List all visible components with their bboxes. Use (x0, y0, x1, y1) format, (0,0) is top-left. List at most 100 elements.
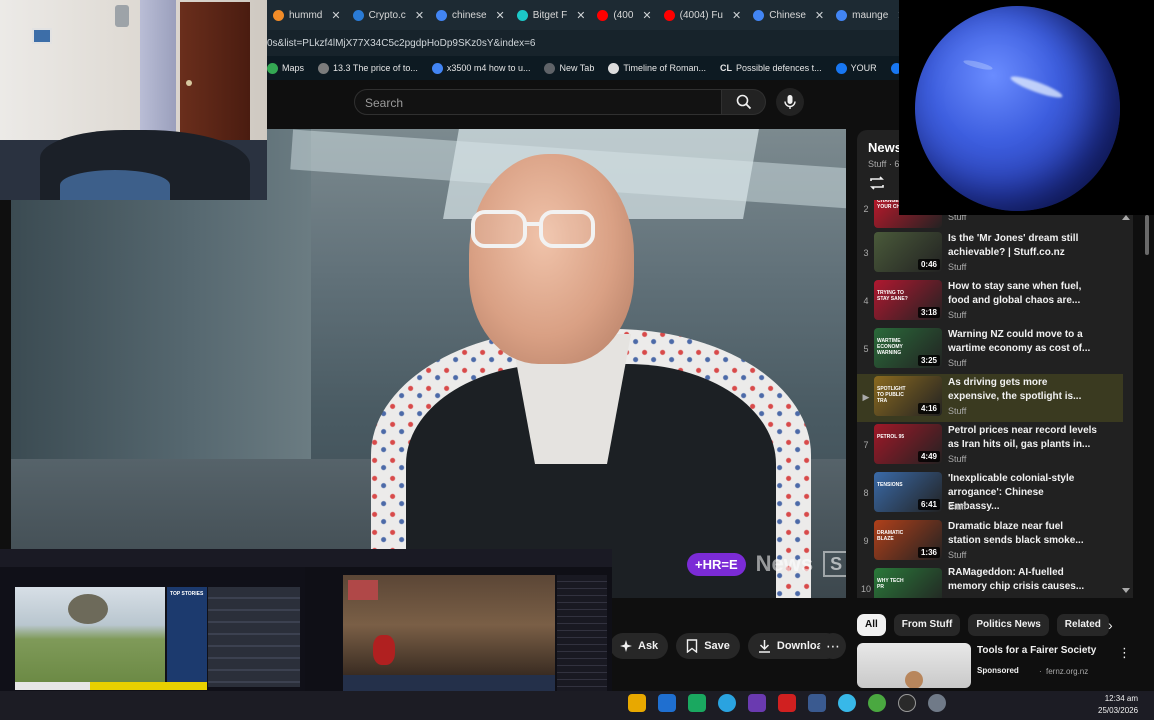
playlist-item-channel[interactable]: Stuff (948, 262, 966, 272)
playlist-item-thumbnail[interactable]: SPOTLIGHT TO PUBLIC TRA 4:16 (874, 376, 942, 416)
playlist-item[interactable]: 5 WARTIME ECONOMY WARNING 3:25 Warning N… (857, 326, 1123, 374)
playlist-item-thumbnail[interactable]: WHY TECH PR (874, 568, 942, 598)
browser-tab[interactable]: hummd ✕ (267, 0, 347, 30)
playlist-item-channel[interactable]: Stuff (948, 406, 966, 416)
playlist-item-thumbnail[interactable]: PETROL 95 4:49 (874, 424, 942, 464)
playlist-item-channel[interactable]: Stuff (948, 310, 966, 320)
vpn-icon[interactable] (898, 694, 916, 712)
playlist-item-title[interactable]: Warning NZ could move to a wartime econo… (948, 328, 1098, 356)
search-button[interactable] (722, 89, 766, 115)
close-tab-icon[interactable]: ✕ (732, 9, 741, 22)
store-icon[interactable] (658, 694, 676, 712)
bookmark-item[interactable]: YOUR (835, 62, 877, 74)
voice-search-button[interactable] (776, 88, 804, 116)
playlist-item[interactable]: 9 DRAMATIC BLAZE 1:36 Dramatic blaze nea… (857, 518, 1123, 566)
browser-tab[interactable]: chinese ✕ (430, 0, 511, 30)
ad-title[interactable]: Tools for a Fairer Society (977, 645, 1096, 656)
more-actions-button[interactable]: ⋯ (820, 633, 846, 659)
filter-chip[interactable]: All (857, 614, 886, 636)
browser-icon[interactable] (838, 694, 856, 712)
thumbnail-caption: DRAMATIC BLAZE (877, 530, 904, 542)
ad-more-icon[interactable]: ⋮ (1118, 645, 1131, 661)
close-tab-icon[interactable]: ✕ (815, 9, 824, 22)
save-button[interactable]: Save (676, 633, 740, 659)
webcam-door-knob (186, 80, 192, 86)
file-explorer-icon[interactable] (628, 694, 646, 712)
bookmark-item[interactable]: Maps (267, 62, 304, 74)
playlist-item-title[interactable]: RAMageddon: AI-fuelled memory chip crisi… (948, 566, 1098, 594)
page-scrollbar-thumb[interactable] (1145, 215, 1149, 255)
bookmark-item[interactable]: Timeline of Roman... (608, 62, 706, 74)
playlist-item-title[interactable]: Dramatic blaze near fuel station sends b… (948, 520, 1098, 548)
browser-tab[interactable]: Chinese ✕ (747, 0, 830, 30)
playlist-item-thumbnail[interactable]: WARTIME ECONOMY WARNING 3:25 (874, 328, 942, 368)
bookmark-item[interactable]: 13.3 The price of to... (318, 62, 418, 74)
tab-label: chinese (452, 9, 487, 21)
ad-domain[interactable]: fernz.org.nz (1046, 667, 1088, 676)
playlist-item-thumbnail[interactable]: DRAMATIC BLAZE 1:36 (874, 520, 942, 560)
playlist-item-title[interactable]: Petrol prices near record levels as Iran… (948, 424, 1098, 452)
playlist-item[interactable]: 4 TRYING TO STAY SANE? 3:18 How to stay … (857, 278, 1123, 326)
playlist-item-channel[interactable]: Stuff (948, 454, 966, 464)
thumbnail-caption: TRYING TO STAY SANE? (877, 290, 908, 302)
filter-chip[interactable]: Related (1056, 614, 1109, 636)
settings-gear-icon[interactable] (928, 694, 946, 712)
bookmark-favicon-icon (431, 62, 443, 74)
playlist-item[interactable]: 8 TENSIONS 6:41 'Inexplicable colonial-s… (857, 470, 1123, 518)
playlist-item-title[interactable]: As driving gets more expensive, the spot… (948, 376, 1098, 404)
tab-label: (400 (613, 9, 634, 21)
xbox-icon[interactable] (688, 694, 706, 712)
close-tab-icon[interactable]: ✕ (415, 9, 424, 22)
playlist-item-title[interactable]: 'Inexplicable colonial-style arrogance':… (948, 472, 1098, 514)
chips-next-icon[interactable]: › (1108, 617, 1113, 633)
bookmark-item[interactable]: Facebook green (890, 62, 899, 74)
playlist-item[interactable]: ▶ SPOTLIGHT TO PUBLIC TRA 4:16 As drivin… (857, 374, 1123, 422)
bookmark-item[interactable]: x3500 m4 how to u... (431, 62, 530, 74)
gamepad-icon[interactable] (808, 694, 826, 712)
playlist-item-thumbnail[interactable]: TENSIONS 6:41 (874, 472, 942, 512)
ad-thumbnail-person (905, 671, 923, 688)
playlist-item-title[interactable]: How to stay sane when fuel, food and glo… (948, 280, 1098, 308)
chrome-icon[interactable] (868, 694, 886, 712)
browser-tab[interactable]: (400 ✕ (591, 0, 657, 30)
close-tab-icon[interactable]: ✕ (496, 9, 505, 22)
clock-date: 25/03/2026 (1098, 706, 1139, 715)
playlist-item-channel[interactable]: Stuff (948, 502, 966, 512)
bookmark-favicon-icon (608, 62, 620, 74)
loop-button[interactable] (868, 175, 886, 196)
bookmarks-bar: Maps 13.3 The price of to... x3500 m4 how … (267, 56, 899, 80)
playlist-item-thumbnail[interactable]: 0:46 (874, 232, 942, 272)
playlist-item-channel[interactable]: Stuff (948, 550, 966, 560)
browser-tab[interactable]: (4004) Fu ✕ (658, 0, 748, 30)
playlist-item[interactable]: 3 0:46 Is the 'Mr Jones' dream still ach… (857, 230, 1123, 278)
browser-tab[interactable]: Bitget F ✕ (511, 0, 592, 30)
playlist-item-thumbnail[interactable]: TRYING TO STAY SANE? 3:18 (874, 280, 942, 320)
filter-chip[interactable]: From Stuff (893, 614, 961, 636)
lightning-app-icon[interactable] (778, 694, 796, 712)
filter-chip[interactable]: Politics News (968, 614, 1049, 636)
playlist-item-channel[interactable]: Stuff (948, 358, 966, 368)
obs-icon[interactable] (748, 694, 766, 712)
playlist-item-title[interactable]: Is the 'Mr Jones' dream still achievable… (948, 232, 1098, 260)
playlist-item[interactable]: 10 WHY TECH PR RAMageddon: AI-fuelled me… (857, 566, 1123, 598)
playlist-scroll-down-icon[interactable] (1122, 588, 1130, 594)
bookmark-item[interactable]: New Tab (544, 62, 594, 74)
ad-thumbnail[interactable] (857, 643, 971, 688)
playlist-title[interactable]: News (868, 140, 902, 155)
close-tab-icon[interactable]: ✕ (331, 9, 340, 22)
address-bar[interactable]: 0s&list=PLkzf4lMjX77X34C5c2pgdpHoDp9SKz0… (267, 30, 899, 56)
browser-tab[interactable]: maunge✕ (830, 0, 899, 30)
tab-favicon-icon (352, 9, 364, 21)
bookmark-icon (686, 639, 698, 653)
search-input[interactable]: Search (354, 89, 722, 115)
browser-tab[interactable]: Crypto.c ✕ (347, 0, 430, 30)
ask-button[interactable]: Ask (610, 633, 669, 659)
close-tab-icon[interactable]: ✕ (642, 9, 651, 22)
bookmark-item[interactable]: CL Possible defences t... (720, 63, 822, 73)
bookmark-favicon-icon (835, 62, 847, 74)
more-horizontal-icon: ⋯ (826, 637, 840, 654)
telegram-icon[interactable] (718, 694, 736, 712)
playlist-item[interactable]: 7 PETROL 95 4:49 Petrol prices near reco… (857, 422, 1123, 470)
close-tab-icon[interactable]: ✕ (576, 9, 585, 22)
system-clock[interactable]: 12:34 am 25/03/2026 (1098, 693, 1138, 717)
